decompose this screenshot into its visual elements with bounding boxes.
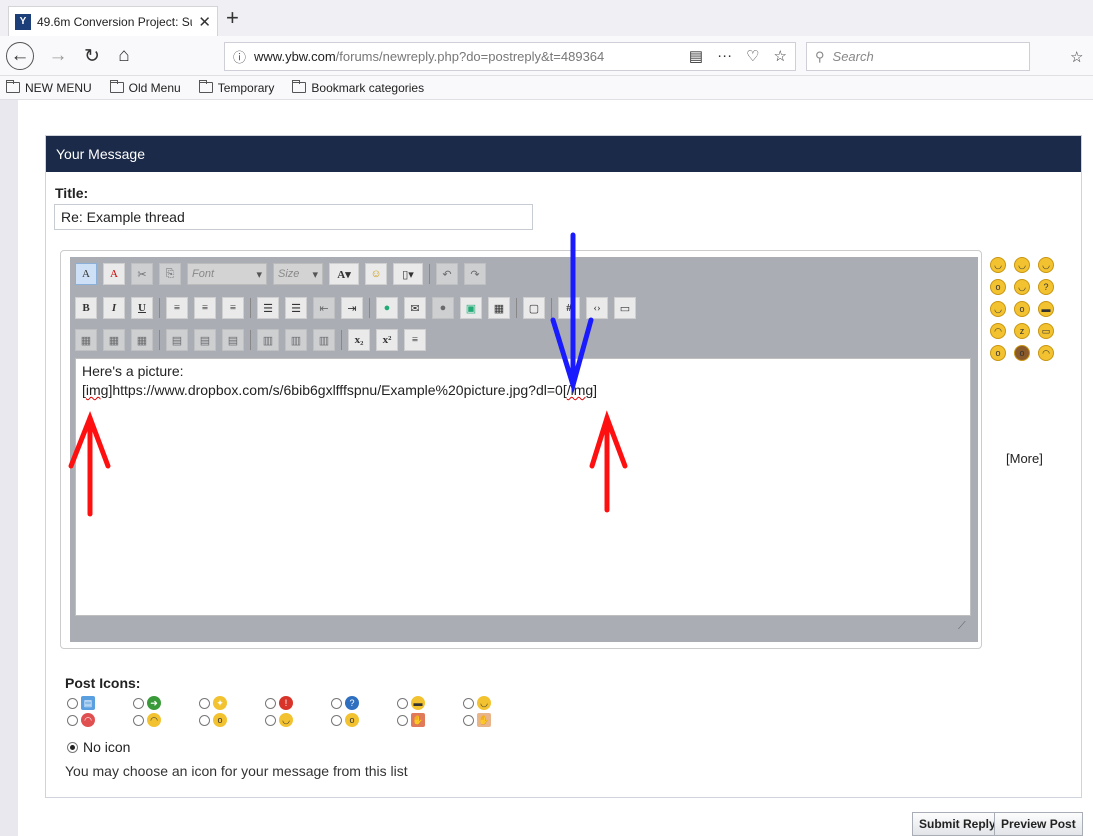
annotation-arrows: [68, 232, 628, 517]
red-up-arrow-right: [589, 410, 628, 513]
red-up-arrow-left: [68, 411, 111, 517]
blue-down-arrow: [550, 232, 594, 394]
